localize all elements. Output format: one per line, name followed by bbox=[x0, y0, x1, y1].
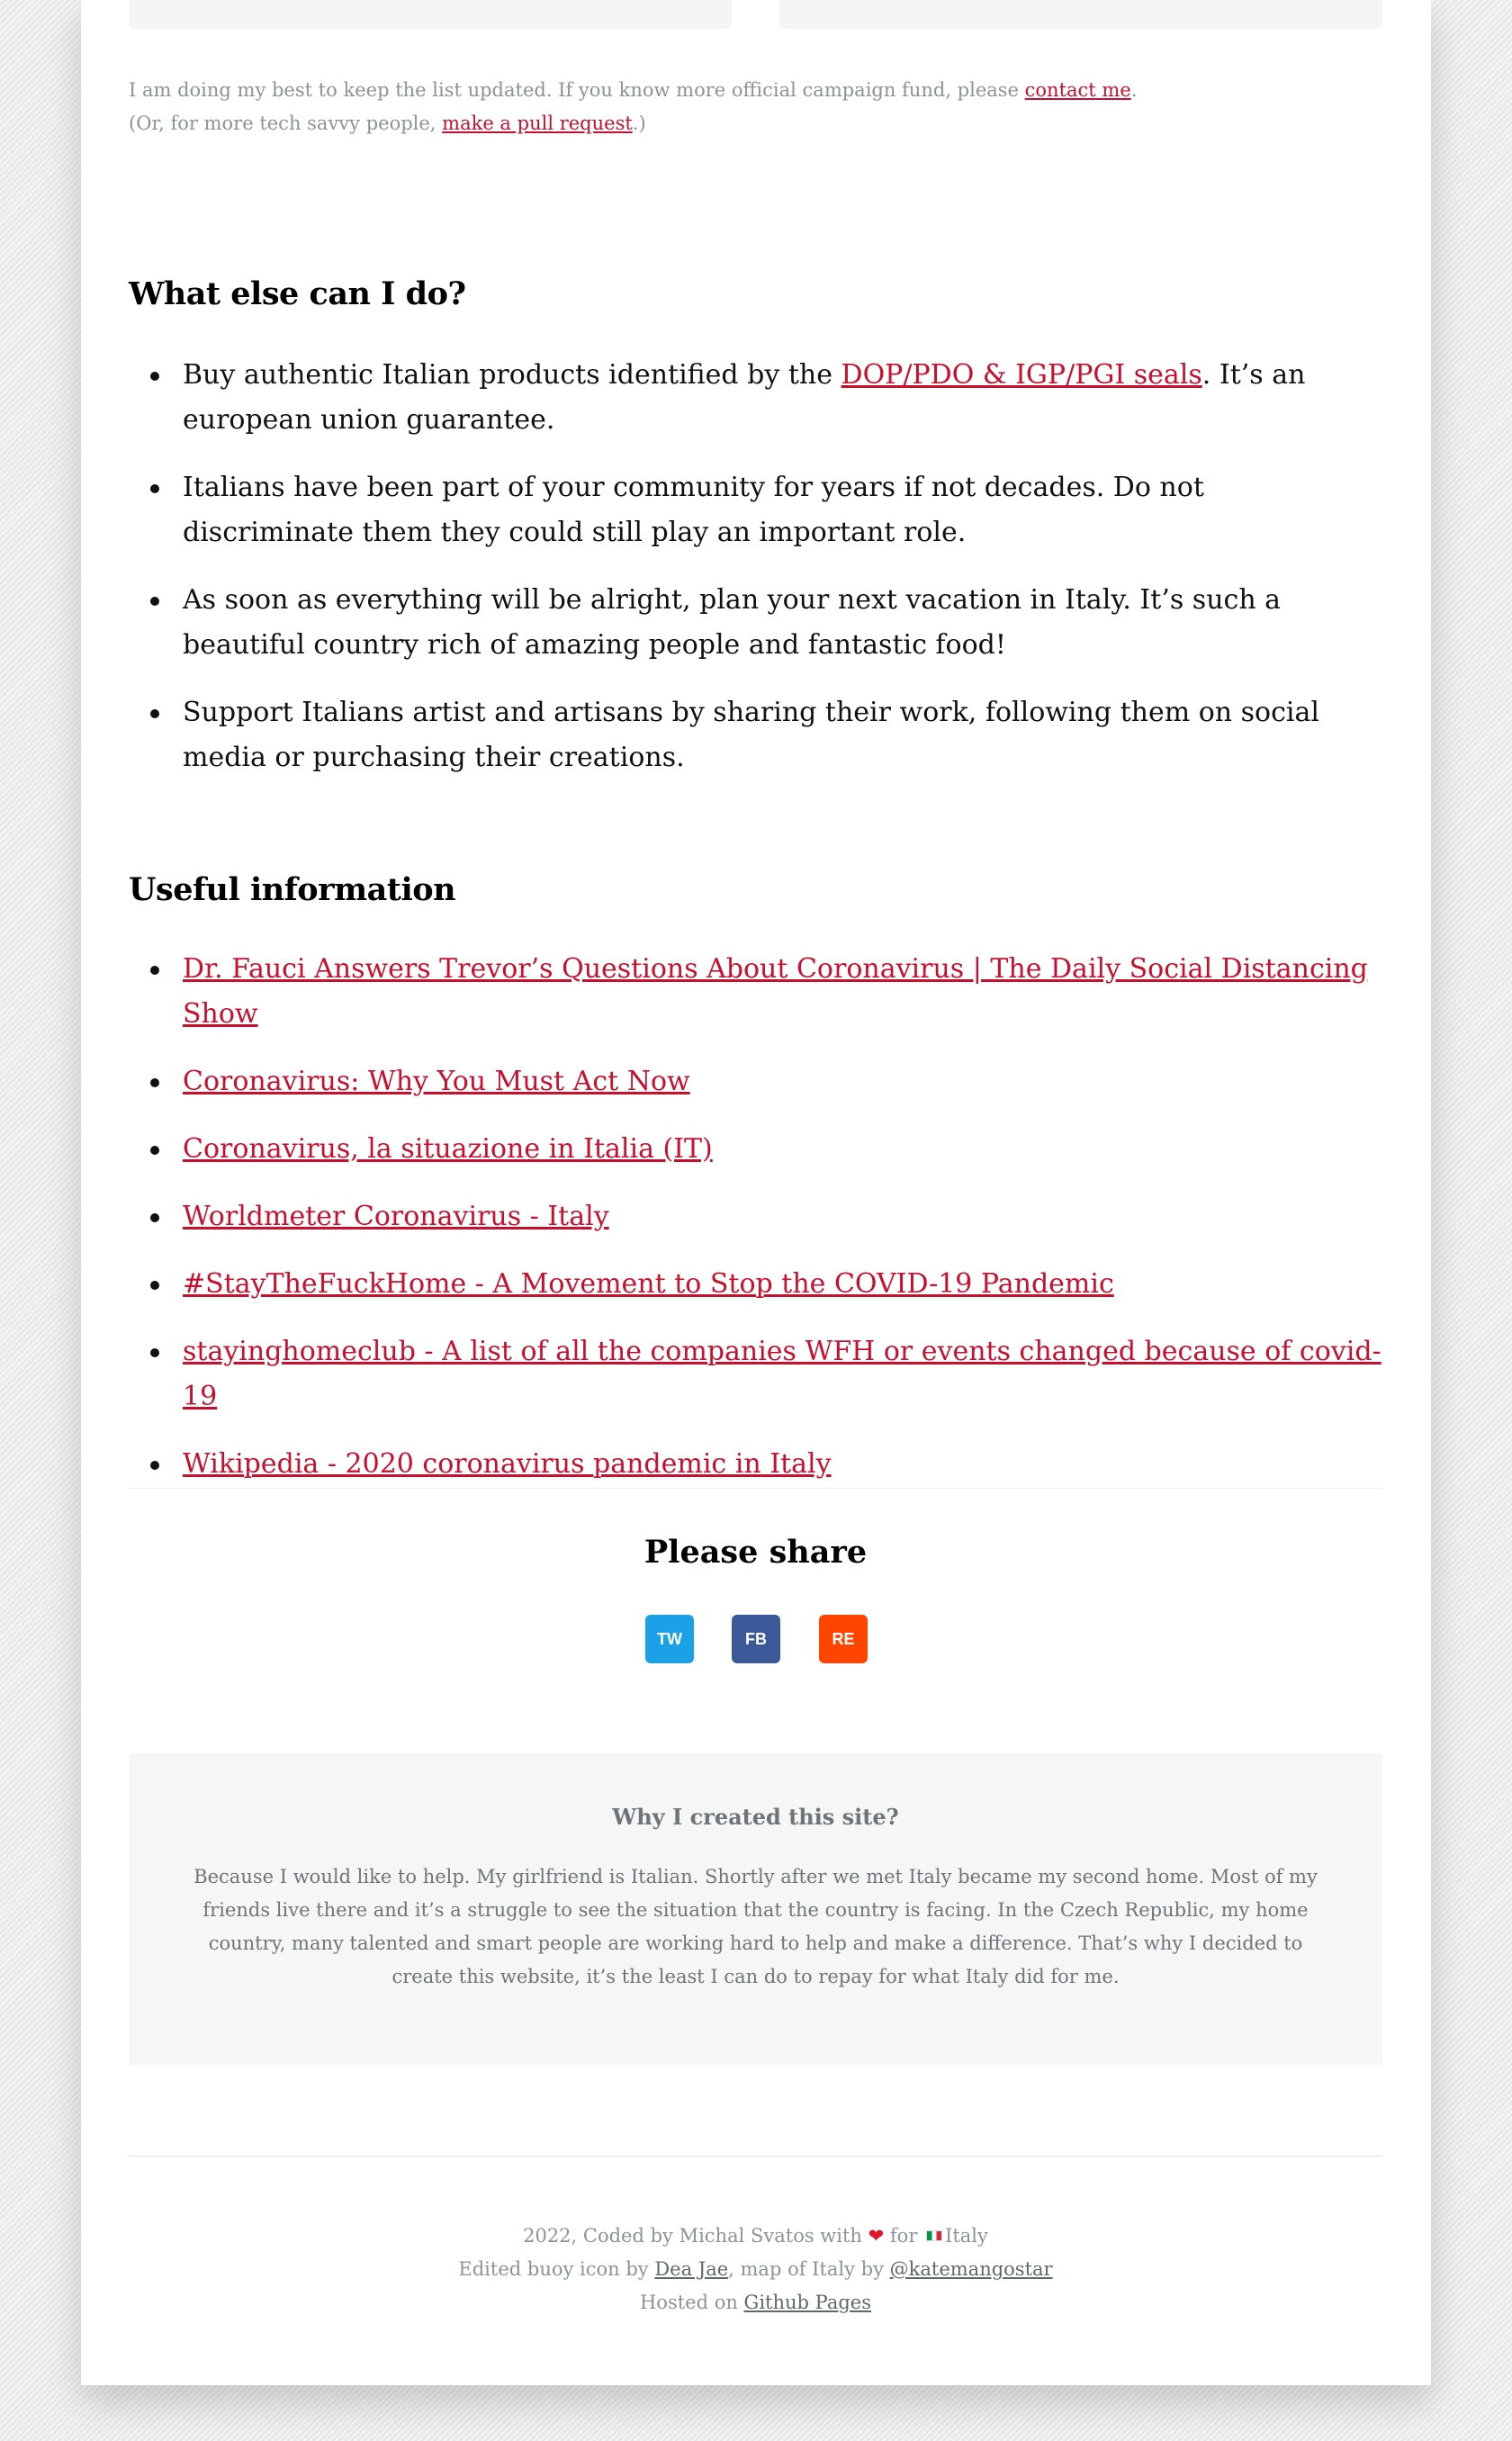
list-item: Support Italians artist and artisans by … bbox=[129, 690, 1382, 780]
list-item: Buy authentic Italian products identifie… bbox=[129, 353, 1382, 443]
pull-request-link[interactable]: make a pull request bbox=[442, 113, 633, 134]
footer: 2022, Coded by Michal Svatos with ❤ for … bbox=[129, 2220, 1382, 2319]
situazione-italia-link[interactable]: Coronavirus, la situazione in Italia (IT… bbox=[183, 1133, 713, 1165]
reddit-share-button[interactable]: RE bbox=[819, 1615, 868, 1663]
update-note-line-2: (Or, for more tech savvy people, make a … bbox=[129, 113, 646, 134]
what-else-heading: What else can I do? bbox=[129, 275, 466, 312]
share-heading: Please share bbox=[644, 1534, 868, 1571]
share-buttons: TW FB RE bbox=[129, 1615, 1382, 1663]
update-note-line-1: I am doing my best to keep the list upda… bbox=[129, 79, 1138, 101]
footer-divider bbox=[129, 2156, 1382, 2157]
list-item: As soon as everything will be alright, p… bbox=[129, 578, 1382, 668]
stayinghomeclub-link[interactable]: stayinghomeclub - A list of all the comp… bbox=[183, 1336, 1382, 1412]
act-now-link[interactable]: Coronavirus: Why You Must Act Now bbox=[183, 1066, 690, 1097]
useful-information-heading: Useful information bbox=[129, 871, 456, 908]
footer-attribution-line: Edited buoy icon by Dea Jae, map of Ital… bbox=[458, 2258, 1053, 2280]
dea-jae-link[interactable]: Dea Jae bbox=[654, 2258, 728, 2280]
list-item: Coronavirus: Why You Must Act Now bbox=[129, 1059, 1382, 1104]
stayhome-movement-link[interactable]: #StayTheFuckHome - A Movement to Stop th… bbox=[183, 1268, 1114, 1300]
what-else-list: Buy authentic Italian products identifie… bbox=[129, 353, 1382, 803]
heart-icon: ❤ bbox=[868, 2225, 885, 2247]
update-note: I am doing my best to keep the list upda… bbox=[129, 74, 1382, 140]
useful-links-list: Dr. Fauci Answers Trevor’s Questions Abo… bbox=[129, 947, 1382, 1509]
why-created-text: Because I would like to help. My girlfri… bbox=[194, 1866, 1318, 1987]
list-item: Italians have been part of your communit… bbox=[129, 465, 1382, 555]
list-item: Wikipedia - 2020 coronavirus pandemic in… bbox=[129, 1442, 1382, 1487]
list-item: Dr. Fauci Answers Trevor’s Questions Abo… bbox=[129, 947, 1382, 1037]
divider bbox=[129, 1488, 1382, 1489]
list-item: stayinghomeclub - A list of all the comp… bbox=[129, 1329, 1382, 1419]
why-created-box: Why I created this site? Because I would… bbox=[129, 1753, 1382, 2065]
fauci-video-link[interactable]: Dr. Fauci Answers Trevor’s Questions Abo… bbox=[183, 953, 1368, 1030]
seals-link[interactable]: DOP/PDO & IGP/PGI seals bbox=[842, 359, 1202, 391]
fund-card bbox=[129, 0, 732, 29]
list-item: #StayTheFuckHome - A Movement to Stop th… bbox=[129, 1262, 1382, 1307]
list-item: Coronavirus, la situazione in Italia (IT… bbox=[129, 1127, 1382, 1172]
wikipedia-link[interactable]: Wikipedia - 2020 coronavirus pandemic in… bbox=[183, 1448, 832, 1480]
katemangostar-link[interactable]: @katemangostar bbox=[890, 2258, 1053, 2280]
twitter-share-button[interactable]: TW bbox=[645, 1615, 694, 1663]
italian-flag-icon bbox=[926, 2230, 943, 2241]
facebook-share-button[interactable]: FB bbox=[732, 1615, 780, 1663]
fund-card bbox=[779, 0, 1382, 29]
footer-hosting-line: Hosted on Github Pages bbox=[639, 2292, 871, 2313]
github-pages-link[interactable]: Github Pages bbox=[744, 2292, 871, 2313]
page-card: I am doing my best to keep the list upda… bbox=[81, 0, 1431, 2385]
fund-cards-bottom-edge bbox=[129, 0, 1382, 29]
contact-me-link[interactable]: contact me bbox=[1025, 79, 1131, 101]
list-item: Worldmeter Coronavirus - Italy bbox=[129, 1194, 1382, 1239]
worldmeter-link[interactable]: Worldmeter Coronavirus - Italy bbox=[183, 1201, 609, 1232]
why-created-title: Why I created this site? bbox=[612, 1804, 899, 1830]
footer-credits-line: 2022, Coded by Michal Svatos with ❤ for … bbox=[523, 2225, 988, 2247]
